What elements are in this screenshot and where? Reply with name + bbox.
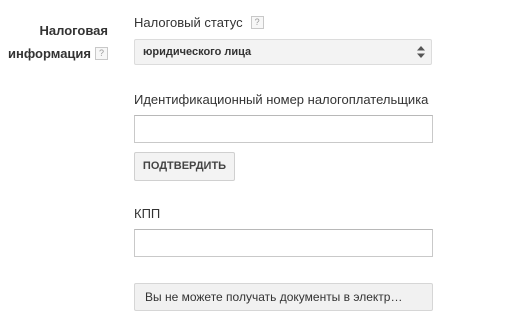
- help-icon[interactable]: ?: [95, 47, 108, 61]
- inn-label: Идентификационный номер налогоплательщик…: [134, 92, 429, 107]
- confirm-button[interactable]: ПОДТВЕРДИТЬ: [134, 152, 235, 181]
- section-label: Налоговая информация?: [8, 19, 108, 65]
- documents-notice-button[interactable]: Вы не можете получать документы в электр…: [134, 283, 433, 311]
- tax-status-label-row: Налоговый статус?: [134, 15, 264, 30]
- tax-information-form: Налоговая информация? Налоговый статус? …: [0, 0, 513, 327]
- tax-status-select[interactable]: юридического лица: [134, 39, 432, 65]
- section-label-line2: информация: [7, 46, 91, 61]
- inn-input[interactable]: [134, 115, 433, 143]
- kpp-label: КПП: [134, 206, 161, 221]
- section-label-line1: Налоговая: [39, 23, 108, 38]
- help-icon[interactable]: ?: [250, 16, 264, 30]
- section-label-line2-wrap: информация?: [8, 42, 108, 65]
- select-arrows-icon: [417, 46, 425, 58]
- kpp-input[interactable]: [134, 229, 433, 257]
- tax-status-label: Налоговый статус: [134, 15, 243, 30]
- tax-status-selected-value: юридического лица: [143, 46, 252, 58]
